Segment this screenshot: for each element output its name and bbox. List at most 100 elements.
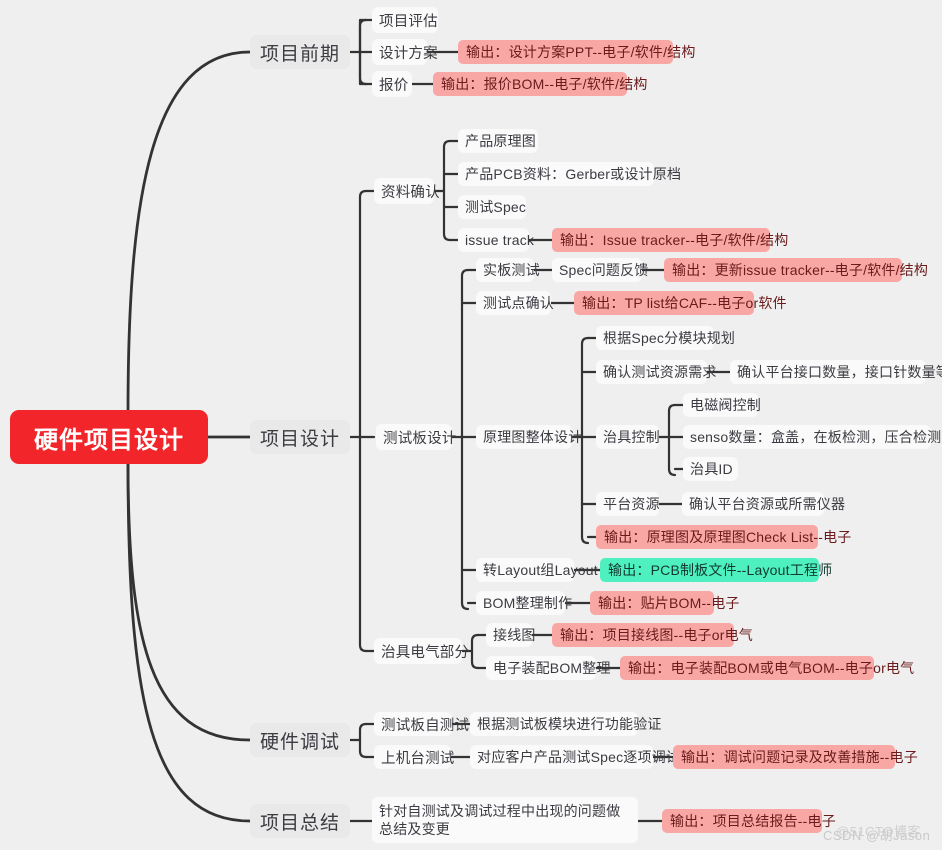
node-real-board-test[interactable]: 实板测试: [476, 258, 540, 282]
output-tp-list-caf[interactable]: 输出：TP list给CAF--电子or软件: [574, 291, 787, 315]
node-summary-of-issues[interactable]: 针对自测试及调试过程中出现的问题做总结及变更: [372, 797, 638, 843]
node-label: 电子装配BOM整理: [493, 660, 611, 676]
node-electronic-assembly-bom[interactable]: 电子装配BOM整理: [486, 656, 611, 680]
output-electronic-assembly-bom[interactable]: 输出：电子装配BOM或电气BOM--电子or电气: [620, 656, 914, 680]
node-label: 接线图: [493, 627, 536, 643]
node-label: Spec问题反馈: [559, 262, 649, 278]
node-label: BOM整理制作: [483, 595, 573, 611]
node-label: 平台资源: [603, 496, 660, 512]
node-design-plan[interactable]: 设计方案: [372, 39, 438, 65]
output-smt-bom[interactable]: 输出：贴片BOM--电子: [590, 591, 739, 615]
root-node[interactable]: 硬件项目设计: [10, 410, 208, 464]
node-platform-resource-detail[interactable]: 确认平台资源或所需仪器: [682, 492, 845, 516]
output-project-summary-report[interactable]: 输出：项目总结报告--电子: [662, 809, 836, 833]
node-label: 针对自测试及调试过程中出现的问题做总结及变更: [379, 803, 621, 837]
output-issue-tracker[interactable]: 输出：Issue tracker--电子/软件/结构: [552, 228, 788, 252]
watermark-text: @51CTO博客: [836, 824, 921, 839]
node-label: 治具控制: [603, 429, 660, 445]
node-label: 项目评估: [379, 13, 438, 30]
branch-node-hardware-debug[interactable]: 硬件调试: [250, 723, 350, 757]
output-project-wiring-diagram[interactable]: 输出：项目接线图--电子or电气: [552, 623, 753, 647]
node-label: 确认平台接口数量，接口针数量等: [737, 364, 942, 380]
node-label: 对应客户产品测试Spec逐项调试: [477, 749, 681, 765]
output-label: 输出：Issue tracker--电子/软件/结构: [560, 232, 789, 248]
branch-node-project-summary[interactable]: 项目总结: [250, 804, 350, 838]
node-label: 资料确认: [381, 184, 440, 201]
node-label: 确认平台资源或所需仪器: [689, 496, 846, 512]
node-function-verification[interactable]: 根据测试板模块进行功能验证: [470, 712, 661, 736]
node-label: 报价: [379, 77, 409, 94]
node-label: 测试板设计: [383, 430, 457, 447]
node-spec-issue-feedback[interactable]: Spec问题反馈: [552, 258, 648, 282]
node-label: issue track: [465, 232, 535, 248]
node-label: 电磁阀控制: [690, 397, 761, 413]
node-transfer-to-layout[interactable]: 转Layout组Layout: [476, 558, 598, 582]
branch-node-project-early[interactable]: 项目前期: [250, 35, 350, 69]
output-label: 输出：调试问题记录及改善措施--电子: [681, 749, 918, 765]
watermark-51cto: @51CTO博客: [836, 821, 921, 840]
node-quotation[interactable]: 报价: [372, 71, 412, 97]
output-label: 输出：PCB制板文件--Layout工程师: [608, 562, 833, 578]
output-label: 输出：TP list给CAF--电子or软件: [582, 295, 787, 311]
node-label: 测试点确认: [483, 295, 554, 311]
branch-label: 项目前期: [260, 43, 341, 65]
node-customer-spec-item-debug[interactable]: 对应客户产品测试Spec逐项调试: [470, 745, 680, 769]
node-fixture-id[interactable]: 治具ID: [683, 457, 738, 481]
output-quotation-bom[interactable]: 输出：报价BOM--电子/软件/结构: [433, 72, 647, 96]
mindmap-canvas: 硬件项目设计 项目前期 项目设计 硬件调试 项目总结 项目评估 设计方案 输出：…: [0, 0, 942, 850]
node-fixture-control[interactable]: 治具控制: [596, 425, 660, 449]
node-wiring-diagram[interactable]: 接线图: [486, 623, 535, 647]
node-test-board-self-test[interactable]: 测试板自测试: [374, 712, 469, 736]
output-label: 输出：项目接线图--电子or电气: [560, 627, 753, 643]
node-label: 转Layout组Layout: [483, 562, 598, 578]
node-test-point-confirmation[interactable]: 测试点确认: [476, 291, 554, 315]
node-bom-preparation[interactable]: BOM整理制作: [476, 591, 572, 615]
node-label: 产品原理图: [465, 133, 536, 149]
node-label: 根据Spec分模块规划: [603, 330, 736, 346]
node-project-evaluation[interactable]: 项目评估: [372, 7, 438, 33]
node-label: 治具ID: [690, 461, 733, 477]
node-label: 根据测试板模块进行功能验证: [477, 716, 662, 732]
node-product-pcb-data[interactable]: 产品PCB资料：Gerber或设计原档: [458, 162, 681, 186]
node-module-planning-by-spec[interactable]: 根据Spec分模块规划: [596, 326, 735, 350]
branch-label: 项目总结: [260, 812, 341, 834]
branch-label: 项目设计: [260, 428, 341, 450]
node-label: 实板测试: [483, 262, 540, 278]
node-schematic-overall-design[interactable]: 原理图整体设计: [476, 425, 582, 449]
output-label: 输出：报价BOM--电子/软件/结构: [441, 76, 648, 92]
output-debug-issue-record[interactable]: 输出：调试问题记录及改善措施--电子: [673, 745, 918, 769]
output-label: 输出：更新issue tracker--电子/软件/结构: [672, 262, 929, 278]
node-issue-track[interactable]: issue track: [458, 228, 534, 252]
output-label: 输出：贴片BOM--电子: [598, 595, 740, 611]
branch-label: 硬件调试: [260, 731, 341, 753]
node-label: senso数量：盒盖，在板检测，压合检测。。。: [690, 429, 942, 445]
node-senso-count[interactable]: senso数量：盒盖，在板检测，压合检测。。。: [683, 425, 942, 449]
branch-node-project-design[interactable]: 项目设计: [250, 420, 350, 454]
node-label: 产品PCB资料：Gerber或设计原档: [465, 166, 682, 182]
node-solenoid-valve-control[interactable]: 电磁阀控制: [683, 393, 761, 417]
node-label: 确认测试资源需求: [603, 364, 717, 380]
node-label: 原理图整体设计: [483, 429, 583, 445]
output-label: 输出：设计方案PPT--电子/软件/结构: [466, 44, 696, 60]
output-label: 输出：电子装配BOM或电气BOM--电子or电气: [628, 660, 915, 676]
output-label: 输出：项目总结报告--电子: [670, 813, 836, 829]
node-data-confirmation[interactable]: 资料确认: [374, 178, 440, 204]
node-test-resource-requirement[interactable]: 确认测试资源需求: [596, 360, 716, 384]
root-label: 硬件项目设计: [34, 426, 184, 454]
node-label: 治具电气部分: [381, 644, 470, 661]
output-design-plan-ppt[interactable]: 输出：设计方案PPT--电子/软件/结构: [458, 40, 695, 64]
output-schematic-check-list[interactable]: 输出：原理图及原理图Check List--电子: [596, 525, 851, 549]
node-interface-count-confirmation[interactable]: 确认平台接口数量，接口针数量等: [730, 360, 942, 384]
node-test-spec[interactable]: 测试Spec: [458, 195, 526, 219]
node-fixture-electrical[interactable]: 治具电气部分: [374, 638, 469, 664]
output-update-issue-tracker[interactable]: 输出：更新issue tracker--电子/软件/结构: [664, 258, 928, 282]
node-label: 测试Spec: [465, 199, 527, 215]
node-label: 设计方案: [379, 45, 438, 62]
node-test-board-design[interactable]: 测试板设计: [376, 424, 456, 450]
output-label: 输出：原理图及原理图Check List--电子: [604, 529, 852, 545]
node-platform-resource[interactable]: 平台资源: [596, 492, 660, 516]
node-product-schematic[interactable]: 产品原理图: [458, 129, 538, 153]
node-on-machine-test[interactable]: 上机台测试: [374, 745, 454, 769]
output-pcb-fabrication-file[interactable]: 输出：PCB制板文件--Layout工程师: [600, 558, 832, 582]
node-label: 上机台测试: [381, 750, 455, 767]
